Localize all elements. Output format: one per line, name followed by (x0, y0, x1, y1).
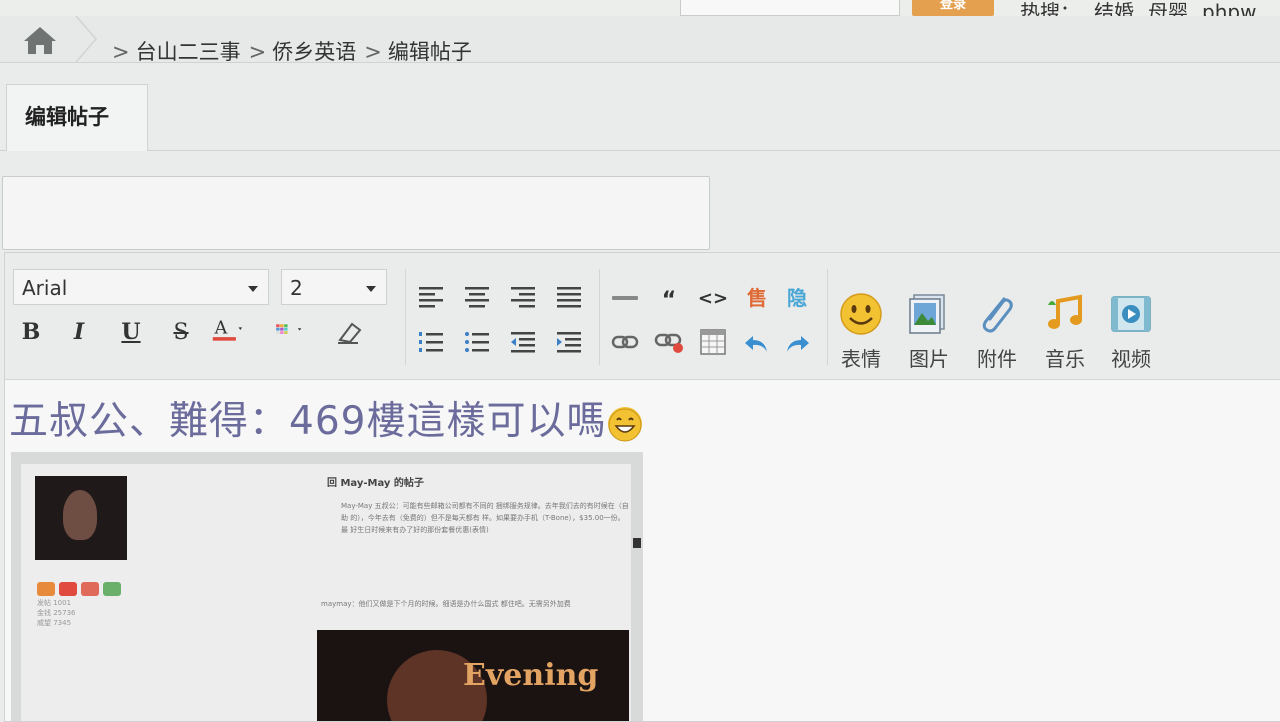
top-search-input[interactable] (680, 0, 900, 16)
eraser-icon[interactable] (333, 317, 365, 347)
video-label: 视频 (1111, 347, 1151, 371)
chevron-down-icon (366, 286, 376, 292)
music-icon (1048, 294, 1082, 329)
svg-text:A: A (214, 319, 228, 339)
music-button[interactable]: 音乐 (1035, 291, 1095, 371)
editor-content[interactable]: 五叔公、難得：469樓這樣可以嗎 发帖 1001 金钱 25736 威望 734… (5, 380, 1280, 721)
embedded-screenshot-image: 发帖 1001 金钱 25736 威望 7345 回 May-May 的帖子 M… (11, 452, 643, 721)
indent-icon[interactable] (553, 327, 585, 357)
screenshot-reply-text: maymay：他们又做是下个月的时候。细语是办什么国式 都住吧。无需另外加费 (321, 600, 571, 608)
bold-button[interactable]: B (15, 317, 47, 347)
horizontal-rule-icon[interactable] (609, 283, 641, 313)
hide-icon[interactable]: 隐 (781, 281, 813, 311)
music-label: 音乐 (1045, 347, 1085, 371)
breadcrumb-item-forum[interactable]: 台山二三事 (136, 40, 241, 64)
screenshot-quote-text: May-May 五叔公：可能有些邮箱公司都有不同的 捆绑服务规律。去年我们去的有… (341, 502, 629, 534)
grin-emoticon-icon (608, 406, 643, 441)
outdent-icon[interactable] (507, 327, 539, 357)
image-icon (909, 294, 945, 334)
screenshot-video-frame: Evening (317, 630, 629, 721)
medal-icon (81, 582, 99, 596)
stat-posts: 发帖 1001 (37, 599, 72, 607)
tab-edit-post[interactable]: 编辑帖子 (6, 84, 148, 151)
home-icon[interactable] (20, 24, 60, 56)
post-body-text: 五叔公、難得：469樓這樣可以嗎 (9, 399, 607, 444)
breadcrumb-arrow-icon (75, 16, 97, 62)
video-icon (1111, 296, 1151, 332)
sell-icon[interactable]: 售 (741, 281, 773, 311)
highlight-color-icon (276, 324, 302, 334)
breadcrumb-separator: > (248, 40, 267, 64)
paperclip-icon (982, 297, 1013, 333)
stat-money: 金钱 25736 (37, 609, 76, 617)
smiley-icon (840, 293, 882, 335)
tab-row: 编辑帖子 (0, 84, 1280, 151)
medal-icon (103, 582, 121, 596)
align-left-icon[interactable] (415, 281, 447, 311)
breadcrumb-item-current: 编辑帖子 (387, 40, 472, 64)
italic-button[interactable]: I (63, 317, 95, 347)
post-body-text-line: 五叔公、難得：469樓這樣可以嗎 (9, 390, 643, 446)
toolbar-divider (827, 269, 828, 365)
screenshot-post-title: 回 May-May 的帖子 (327, 478, 424, 489)
breadcrumb-item-board[interactable]: 侨乡英语 (272, 40, 356, 64)
font-size-select[interactable]: 2 (281, 269, 387, 305)
strikethrough-button[interactable]: S (165, 317, 197, 347)
image-label: 图片 (909, 347, 949, 371)
font-color-button[interactable]: A (211, 315, 243, 345)
unlink-icon[interactable] (653, 327, 685, 357)
link-icon[interactable] (609, 327, 641, 357)
rich-text-editor: Arial 2 B I U S A “ <> 售 隐 表情 图片 附件 音乐 视… (4, 252, 1280, 722)
table-icon[interactable] (697, 327, 729, 357)
font-family-select[interactable]: Arial (13, 269, 269, 305)
quote-icon[interactable]: “ (653, 285, 685, 315)
breadcrumb-separator: > (364, 40, 382, 64)
editor-toolbar: Arial 2 B I U S A “ <> 售 隐 表情 图片 附件 音乐 视… (5, 253, 1280, 380)
emoticon-label: 表情 (841, 347, 881, 371)
attachment-button[interactable]: 附件 (967, 291, 1027, 371)
code-icon[interactable]: <> (697, 283, 729, 313)
attachment-label: 附件 (977, 347, 1017, 371)
screenshot-page: 发帖 1001 金钱 25736 威望 7345 回 May-May 的帖子 M… (21, 464, 631, 721)
user-stats: 发帖 1001 金钱 25736 威望 7345 (37, 598, 76, 628)
breadcrumb: > 台山二三事 > 侨乡英语 > 编辑帖子 (0, 16, 1280, 64)
subject-input[interactable] (2, 176, 710, 250)
avatar (35, 476, 127, 560)
font-color-icon: A (212, 319, 243, 341)
tab-edit-post-label: 编辑帖子 (25, 105, 109, 129)
unordered-list-icon[interactable] (461, 327, 493, 357)
scrollbar-handle (633, 538, 641, 548)
video-caption: Evening (463, 658, 599, 693)
toolbar-divider (599, 269, 600, 365)
redo-icon[interactable] (781, 329, 813, 359)
breadcrumb-separator: > (112, 40, 130, 64)
undo-icon[interactable] (741, 329, 773, 359)
align-center-icon[interactable] (461, 281, 493, 311)
font-size-value: 2 (290, 276, 303, 300)
video-button[interactable]: 视频 (1101, 291, 1161, 371)
stat-prestige: 威望 7345 (37, 619, 72, 627)
font-family-value: Arial (22, 276, 68, 300)
highlight-color-button[interactable] (275, 315, 307, 345)
align-right-icon[interactable] (507, 281, 539, 311)
image-button[interactable]: 图片 (899, 291, 959, 371)
underline-button[interactable]: U (115, 317, 147, 347)
medal-icon (59, 582, 77, 596)
justify-icon[interactable] (553, 281, 585, 311)
ordered-list-icon[interactable] (415, 327, 447, 357)
medal-icon (37, 582, 55, 596)
toolbar-divider (405, 269, 406, 365)
emoticon-button[interactable]: 表情 (831, 291, 891, 371)
top-search-button[interactable]: 登录 (912, 0, 994, 16)
chevron-down-icon (248, 286, 258, 292)
